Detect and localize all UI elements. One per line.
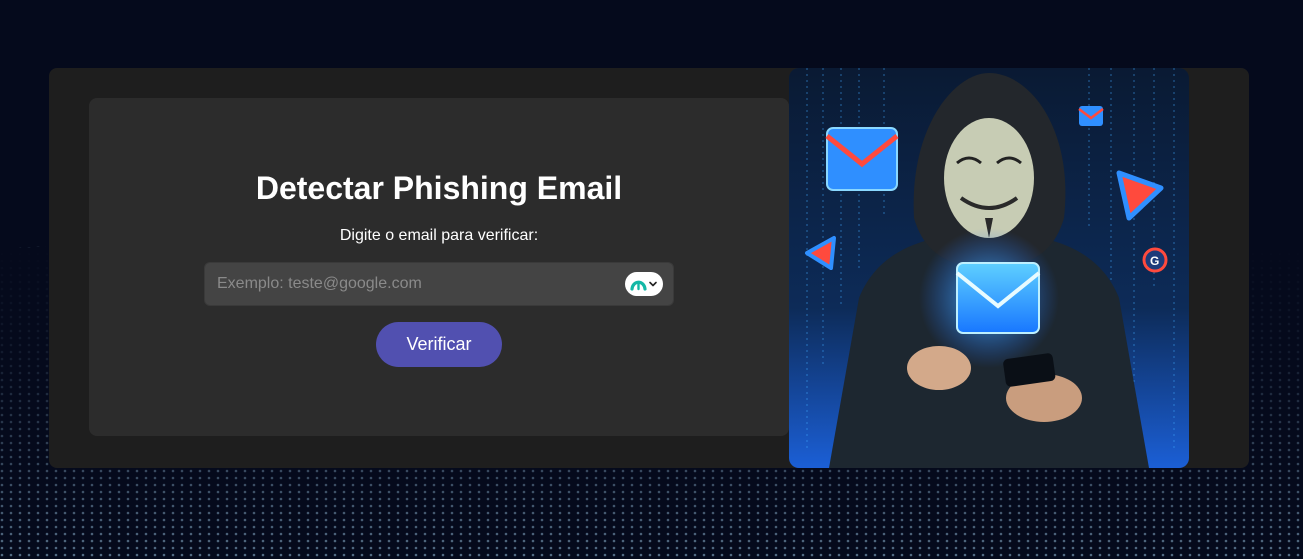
email-field-wrapper xyxy=(204,262,674,306)
phishing-check-form: Detectar Phishing Email Digite o email p… xyxy=(89,98,789,436)
hacker-illustration: G xyxy=(789,68,1189,468)
email-field-label: Digite o email para verificar: xyxy=(339,227,539,244)
verify-button[interactable]: Verificar xyxy=(376,322,502,367)
svg-text:G: G xyxy=(1150,254,1159,268)
page-title: Detectar Phishing Email xyxy=(255,170,623,206)
email-input[interactable] xyxy=(205,263,615,305)
password-manager-extension-icon[interactable] xyxy=(625,272,663,296)
